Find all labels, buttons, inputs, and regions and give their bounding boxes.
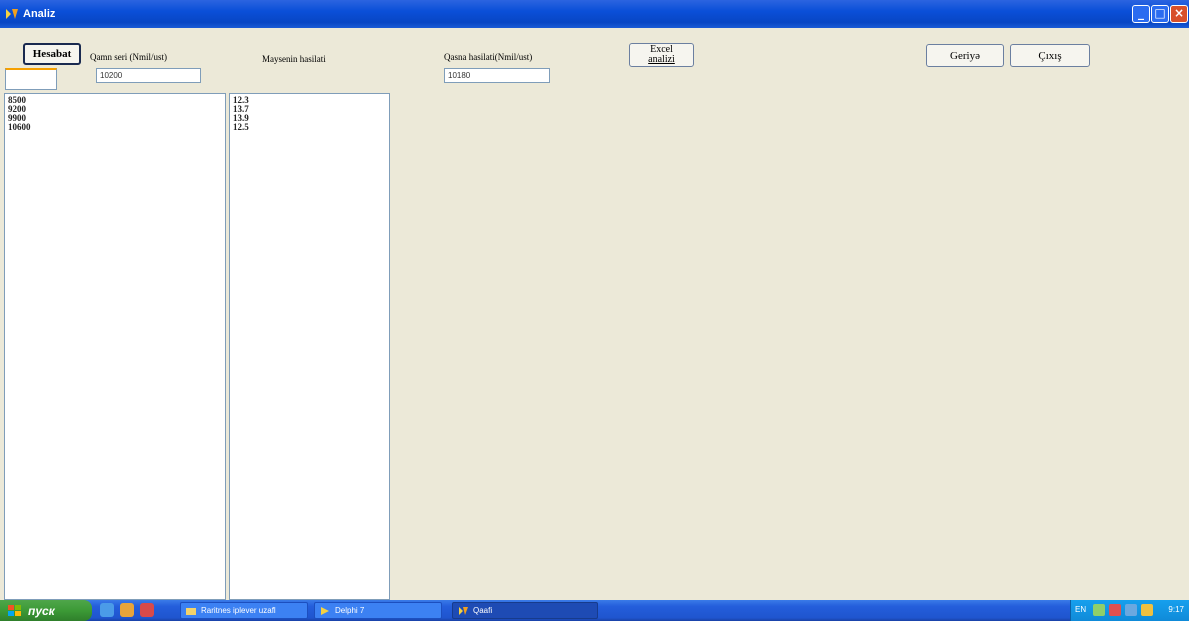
window-title: Analiz — [23, 8, 56, 20]
window-titlebar: Analiz _ □ × — [0, 0, 1189, 28]
app-icon — [6, 9, 18, 19]
back-button[interactable]: Geriyə — [926, 44, 1004, 67]
list-item[interactable]: 8500 — [8, 96, 222, 105]
small-input[interactable] — [5, 68, 57, 90]
list-item[interactable]: 9900 — [8, 114, 222, 123]
network-icon[interactable] — [1093, 604, 1105, 616]
security-icon[interactable] — [1109, 604, 1121, 616]
limit-label: Qasna hasilati(Nmil/ust) — [444, 52, 533, 62]
show-desktop-icon[interactable] — [100, 603, 114, 617]
tray-app-icon[interactable] — [1141, 604, 1153, 616]
list-item[interactable]: 13.7 — [233, 105, 386, 114]
start-label: пуск — [28, 603, 55, 618]
app-icon — [459, 607, 468, 615]
yield-label: Maysenin hasilati — [262, 54, 326, 64]
toolbar: Hesabat Qamn seri (Nmil/ust) Maysenin ha… — [0, 28, 1189, 90]
list-item[interactable]: 12.5 — [233, 123, 386, 132]
start-button[interactable]: пуск — [0, 600, 92, 621]
language-indicator[interactable]: EN — [1075, 605, 1086, 614]
task-label: Qaafi — [473, 606, 493, 615]
minimize-button[interactable]: _ — [1132, 5, 1150, 23]
taskbar-item-delphi[interactable]: Delphi 7 — [314, 602, 442, 619]
excel-analysis-button[interactable]: Excel analizi — [629, 43, 694, 67]
delphi-icon — [321, 607, 329, 615]
taskbar-item-app[interactable]: Qaafi — [452, 602, 598, 619]
values-list-right[interactable]: 12.3 13.7 13.9 12.5 — [229, 93, 390, 600]
taskbar: пуск Raritnes iplever uzafl Delphi 7 Qaa… — [0, 600, 1189, 621]
series-label: Qamn seri (Nmil/ust) — [90, 52, 167, 62]
task-label: Delphi 7 — [335, 606, 365, 615]
list-item[interactable]: 10600 — [8, 123, 222, 132]
volume-icon[interactable] — [1125, 604, 1137, 616]
media-player-icon[interactable] — [140, 603, 154, 617]
maximize-button[interactable]: □ — [1151, 5, 1169, 23]
exit-button[interactable]: Çıxış — [1010, 44, 1090, 67]
taskbar-item-folder[interactable]: Raritnes iplever uzafl — [180, 602, 308, 619]
windows-flag-icon — [8, 604, 21, 616]
values-list-left[interactable]: 8500 9200 9900 10600 — [4, 93, 226, 600]
list-item[interactable]: 9200 — [8, 105, 222, 114]
excel-button-line2: analizi — [648, 54, 675, 65]
limit-input[interactable]: 10180 — [444, 68, 550, 83]
list-item[interactable]: 13.9 — [233, 114, 386, 123]
folder-icon — [186, 608, 196, 615]
list-item[interactable]: 12.3 — [233, 96, 386, 105]
task-label: Raritnes iplever uzafl — [201, 606, 276, 615]
system-tray: EN 9:17 — [1070, 600, 1189, 621]
series-input[interactable]: 10200 — [96, 68, 201, 83]
clock: 9:17 — [1168, 605, 1184, 614]
close-button[interactable]: × — [1170, 5, 1188, 23]
hesabat-button[interactable]: Hesabat — [23, 43, 81, 65]
browser-icon[interactable] — [120, 603, 134, 617]
